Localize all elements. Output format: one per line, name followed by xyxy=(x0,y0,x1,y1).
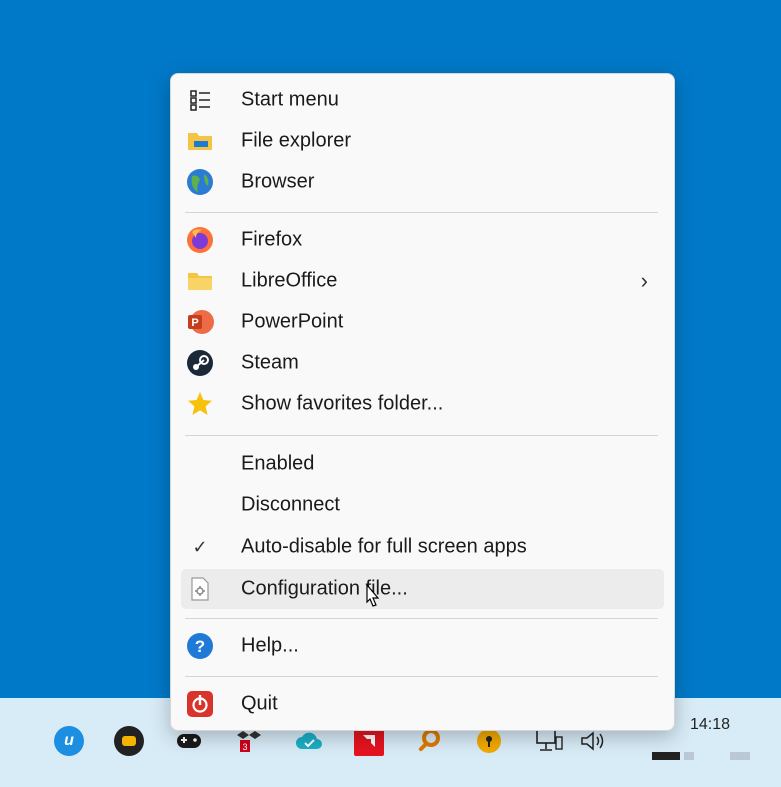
taskbar-clock[interactable]: 14:18 xyxy=(690,716,730,734)
svg-text:?: ? xyxy=(195,637,205,656)
svg-text:3: 3 xyxy=(242,742,247,752)
config-file-icon xyxy=(185,574,215,604)
menu-item-browser[interactable]: Browser xyxy=(181,163,664,201)
menu-item-label: Disconnect xyxy=(241,493,340,516)
menu-item-label: Quit xyxy=(241,692,278,715)
menu-item-label: Auto-disable for full screen apps xyxy=(241,535,527,558)
menu-item-label: Enabled xyxy=(241,452,315,475)
checkmark-icon: ✓ xyxy=(192,536,208,557)
chat-app-icon[interactable] xyxy=(114,726,144,756)
steam-icon xyxy=(185,348,215,378)
taskbar-indicator xyxy=(652,752,680,760)
firefox-icon xyxy=(185,225,215,255)
menu-item-file-explorer[interactable]: File explorer xyxy=(181,122,664,160)
quit-icon xyxy=(185,689,215,719)
menu-item-firefox[interactable]: Firefox xyxy=(181,221,664,259)
mouse-cursor-icon xyxy=(360,583,384,619)
start-menu-icon xyxy=(185,85,215,115)
menu-item-start-menu[interactable]: Start menu xyxy=(181,81,664,119)
menu-item-powerpoint[interactable]: P PowerPoint xyxy=(181,303,664,341)
menu-item-label: PowerPoint xyxy=(241,310,344,333)
menu-item-label: LibreOffice xyxy=(241,269,338,292)
menu-item-label: Help... xyxy=(241,634,299,657)
menu-item-libreoffice[interactable]: LibreOffice › xyxy=(181,262,664,300)
folder-icon xyxy=(185,266,215,296)
svg-text:P: P xyxy=(191,317,198,329)
menu-item-label: Steam xyxy=(241,351,299,374)
powerpoint-icon: P xyxy=(185,307,215,337)
star-icon xyxy=(185,389,215,419)
menu-item-auto-disable[interactable]: ✓ Auto-disable for full screen apps xyxy=(181,528,664,566)
menu-item-configuration-file[interactable]: Configuration file... xyxy=(181,569,664,609)
menu-item-label: Start menu xyxy=(241,88,339,111)
menu-separator xyxy=(185,212,658,213)
folder-explorer-icon xyxy=(185,126,215,156)
menu-item-quit[interactable]: Quit xyxy=(181,685,664,723)
menu-item-label: Firefox xyxy=(241,228,303,251)
taskbar-indicator-2 xyxy=(684,752,694,760)
context-menu: Start menu File explorer Browser Firefox… xyxy=(170,73,675,731)
menu-item-disconnect[interactable]: Disconnect xyxy=(181,486,664,524)
menu-item-label: Show favorites folder... xyxy=(241,392,444,415)
menu-separator xyxy=(185,618,658,619)
globe-icon xyxy=(185,167,215,197)
menu-item-enabled[interactable]: Enabled xyxy=(181,445,664,483)
help-icon: ? xyxy=(185,631,215,661)
taskbar-indicator-3 xyxy=(730,752,750,760)
menu-separator xyxy=(185,435,658,436)
menu-item-label: File explorer xyxy=(241,129,352,152)
menu-item-steam[interactable]: Steam xyxy=(181,344,664,382)
chevron-right-icon: › xyxy=(640,268,648,293)
menu-item-show-favorites[interactable]: Show favorites folder... xyxy=(181,385,664,423)
menu-separator xyxy=(185,676,658,677)
menu-item-help[interactable]: ? Help... xyxy=(181,627,664,665)
app-u-icon[interactable]: u xyxy=(54,726,84,756)
menu-item-label: Browser xyxy=(241,170,315,193)
